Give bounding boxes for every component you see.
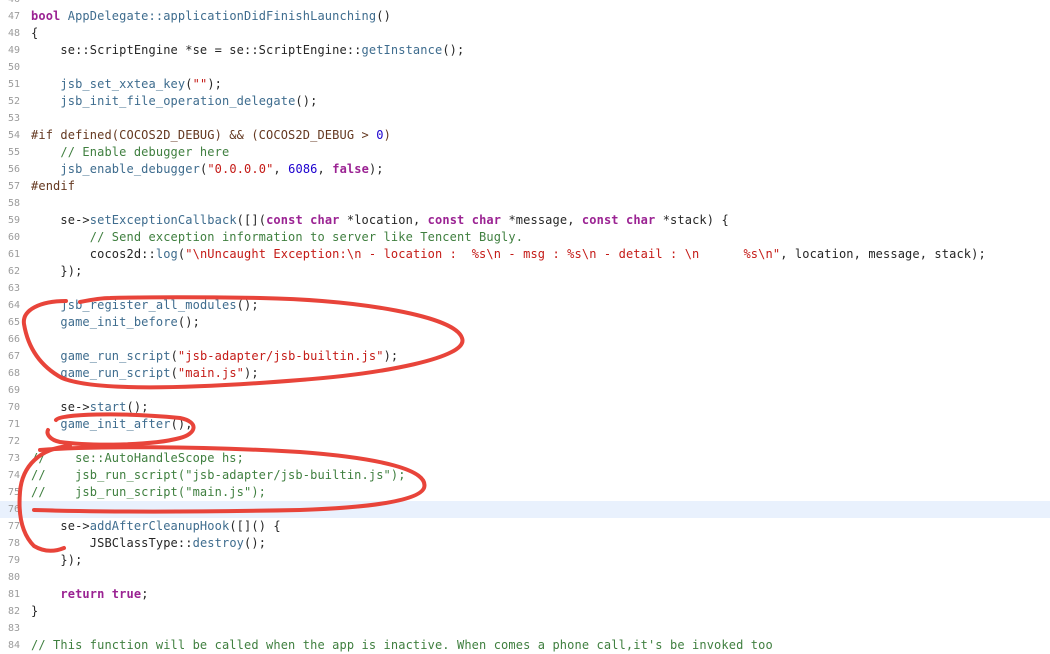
annotation-ellipse-commented	[17, 444, 72, 553]
annotation-ellipse-register-and-run	[21, 295, 465, 390]
annotation-ellipse-commented-right	[32, 445, 427, 514]
red-ink-annotations	[17, 295, 465, 553]
annotation-small-loop-start	[45, 412, 196, 447]
